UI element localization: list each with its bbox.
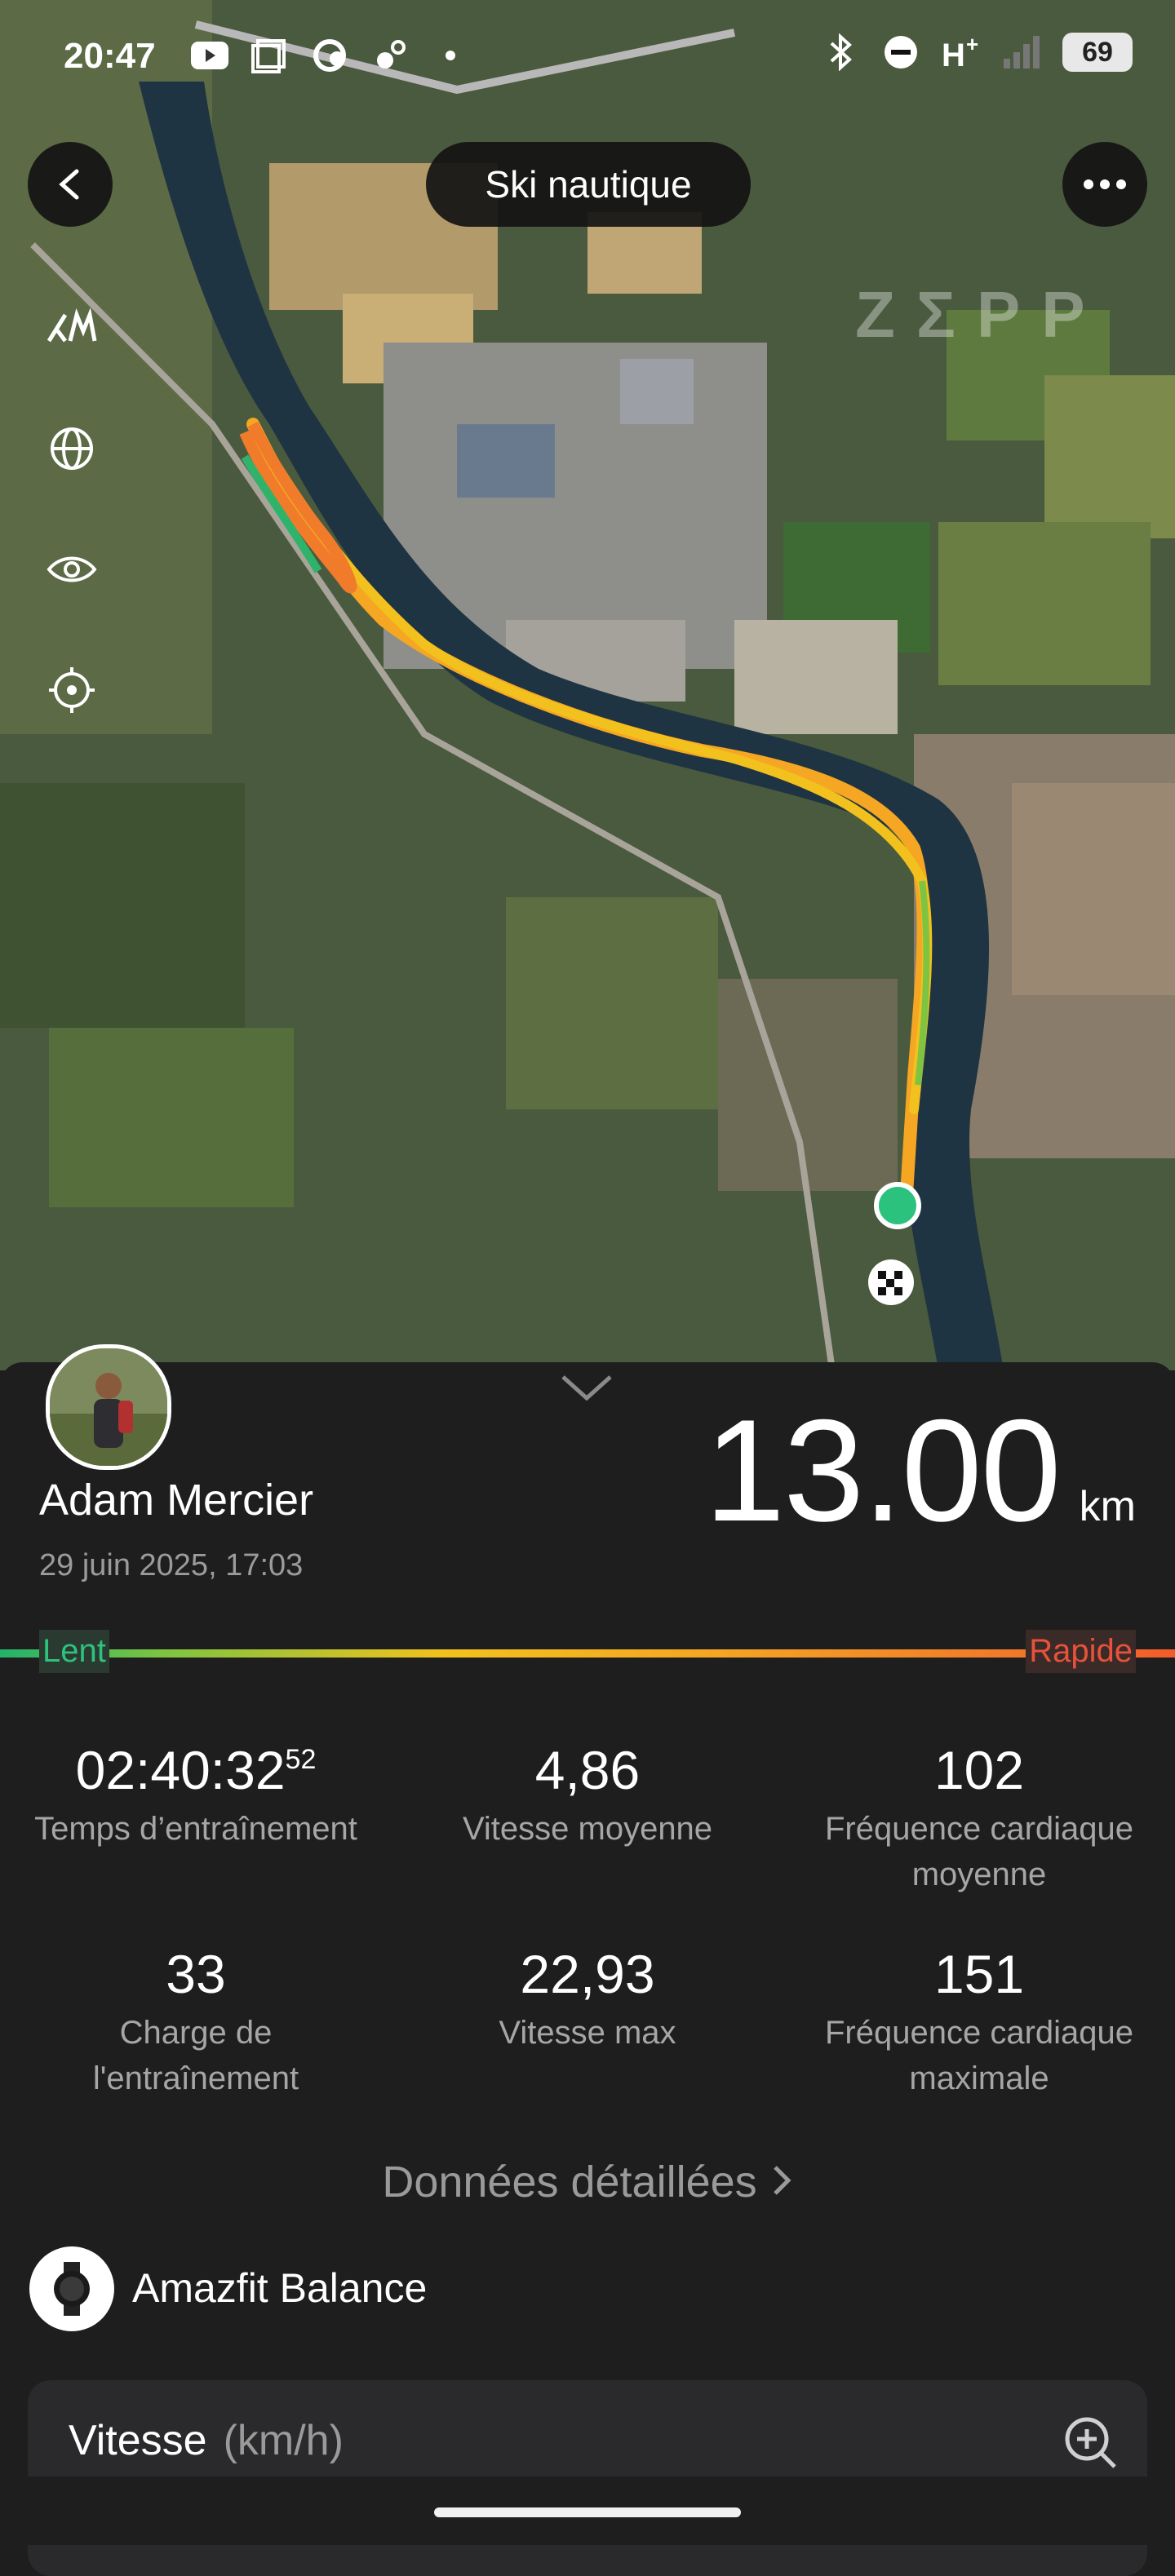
metric-training-load: 33 Charge de l'entraînement (0, 1943, 392, 2101)
workout-date: 29 juin 2025, 17:03 (39, 1548, 304, 1582)
user-name: Adam Mercier (39, 1476, 314, 1525)
metric-value: 102 (933, 1740, 1025, 1800)
page-title: Ski nautique (426, 142, 751, 227)
distance-readout: 13.00 km (704, 1387, 1136, 1554)
km-icon (47, 308, 97, 343)
map-layer-toggle[interactable] (42, 419, 101, 478)
metric-value-hundredths: 52 (285, 1744, 317, 1775)
back-button[interactable] (28, 142, 113, 227)
watch-icon (29, 2246, 114, 2331)
more-dots-icon (1084, 179, 1126, 189)
avatar[interactable] (46, 1344, 171, 1470)
zoom-in-icon[interactable] (1061, 2413, 1120, 2472)
metric-avg-heart-rate: 102 Fréquence cardiaque moyenne (783, 1739, 1175, 1897)
cloud-settings-icon (370, 36, 410, 75)
metric-max-heart-rate: 151 Fréquence cardiaque maximale (783, 1943, 1175, 2101)
metric-label: Vitesse max (499, 2015, 676, 2051)
zepp-watermark: ZΣPP (855, 278, 1106, 351)
distance-value: 13.00 (704, 1389, 1061, 1551)
globe-icon (51, 427, 93, 470)
dot-icon (431, 36, 470, 75)
metric-label: Temps d’entraînement (34, 1811, 357, 1847)
metric-max-speed: 22,93 Vitesse max (392, 1943, 783, 2056)
sync-icon (310, 36, 349, 75)
more-options-button[interactable] (1062, 142, 1147, 227)
speed-chart-title: Vitesse (km/h) (69, 2416, 344, 2465)
battery-indicator: 69 (1062, 33, 1133, 72)
metric-value: 22,93 (520, 1944, 655, 2004)
speed-gradient-bar (0, 1649, 1175, 1658)
metric-label: Fréquence cardiaque maximale (824, 2015, 1134, 2096)
signal-icon (1002, 33, 1041, 72)
youtube-icon (189, 36, 228, 75)
workout-map[interactable]: 20:47 H + 69 Ski nautique ZΣPP (0, 0, 1175, 1370)
user-photo (50, 1348, 167, 1466)
target-icon (49, 667, 95, 713)
speed-chart-unit: (km/h) (223, 2417, 344, 2464)
network-h-plus-icon: H + (942, 33, 981, 72)
recenter-button[interactable] (42, 661, 101, 719)
speed-fast-label: Rapide (1026, 1630, 1136, 1673)
metric-value: 151 (933, 1944, 1025, 2004)
svg-text:+: + (966, 33, 978, 56)
metric-value: 4,86 (534, 1740, 641, 1800)
dnd-icon (881, 33, 920, 72)
collapse-chevron-icon[interactable] (560, 1372, 614, 1405)
home-indicator[interactable] (434, 2507, 741, 2517)
speed-chart-label: Vitesse (69, 2417, 207, 2464)
metric-label: Charge de l'entraînement (92, 2015, 299, 2096)
status-time: 20:47 (64, 36, 156, 76)
bluetooth-icon (821, 33, 860, 72)
device-name: Amazfit Balance (132, 2265, 428, 2311)
svg-text:H: H (942, 38, 965, 71)
status-bar: 20:47 H + 69 (0, 0, 1175, 114)
kilometer-markers-toggle[interactable] (42, 299, 101, 357)
speed-slow-label: Lent (39, 1630, 109, 1673)
metric-training-time: 02:40:3252 Temps d’entraînement (0, 1739, 392, 1852)
chevron-left-icon (59, 169, 79, 200)
metric-label: Vitesse moyenne (462, 1811, 713, 1847)
chevron-right-icon (772, 2157, 793, 2207)
screen-icon (250, 36, 289, 75)
visibility-toggle[interactable] (42, 540, 101, 599)
metric-avg-speed: 4,86 Vitesse moyenne (392, 1739, 783, 1852)
metric-value: 33 (166, 1944, 226, 2004)
eye-icon (47, 556, 97, 582)
metric-value: 02:40:32 (75, 1740, 286, 1800)
detailed-data-link[interactable]: Données détaillées (0, 2157, 1175, 2207)
distance-unit: km (1079, 1483, 1136, 1530)
metric-label: Fréquence cardiaque moyenne (824, 1811, 1134, 1892)
detailed-data-label: Données détaillées (382, 2158, 757, 2206)
